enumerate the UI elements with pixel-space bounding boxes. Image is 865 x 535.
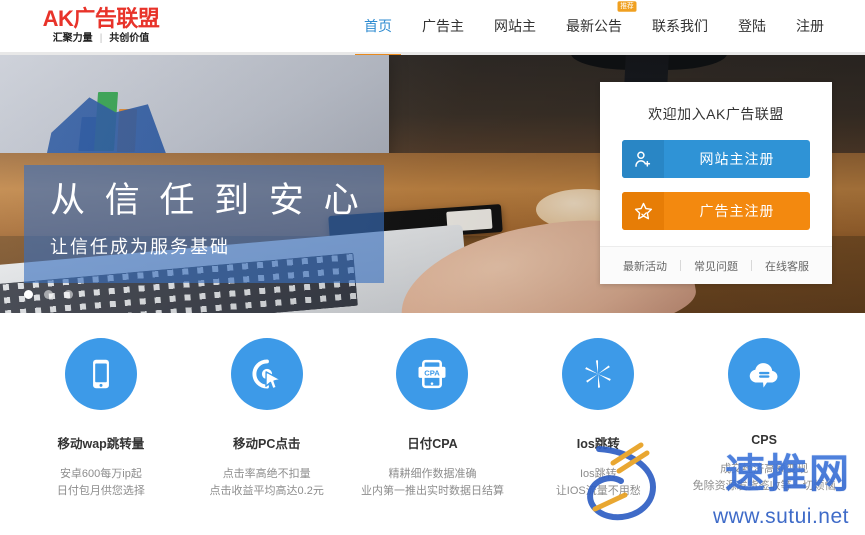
recommended-badge: 推荐 xyxy=(617,0,637,12)
feature-line-wap-2: 日付包月供您选择 xyxy=(56,485,145,498)
site-header: AK广告联盟 汇聚力量 | 共创价值 首页 广告主 网站主 最新公告 推荐 联系 xyxy=(0,0,865,57)
user-plus-icon xyxy=(622,140,664,178)
logo-tagline: 汇聚力量 | 共创价值 xyxy=(53,34,150,44)
mobile-phone-icon xyxy=(64,338,137,410)
nav-item-advertiser-label: 广告主 xyxy=(422,18,464,34)
feature-line-cps-2: 免除资源发货签收等一切烦恼 xyxy=(692,480,836,493)
signup-panel-body: 网站主注册 广告主注册 xyxy=(600,140,832,246)
site-logo[interactable]: AK广告联盟 汇聚力量 | 共创价值 xyxy=(36,8,166,44)
nav-item-publisher-label: 网站主 xyxy=(494,18,536,34)
carousel-dot-1[interactable] xyxy=(24,290,33,299)
main-navigation: 首页 广告主 网站主 最新公告 推荐 联系我们 登陆 注册 xyxy=(349,0,839,57)
advertiser-register-button[interactable]: 广告主注册 xyxy=(622,192,810,230)
nav-item-home-label: 首页 xyxy=(364,18,392,34)
footer-link-faq[interactable]: 常见问题 xyxy=(681,258,751,274)
feature-line-cpa-2: 业内第一推出实时数据日结算 xyxy=(360,485,504,498)
feature-item-ios: Ios跳转 Ios跳转 让IOS流量不用愁 xyxy=(515,338,681,535)
nav-item-contact[interactable]: 联系我们 xyxy=(637,0,723,54)
feature-item-cpa: CPA 日付CPA 精耕细作数据准确 业内第一推出实时数据日结算 xyxy=(350,338,516,535)
feature-line-cpa-1: 精耕细作数据准确 xyxy=(388,468,477,480)
nav-item-register[interactable]: 注册 xyxy=(781,0,839,54)
cloud-chat-icon xyxy=(728,338,801,410)
logo-tagline-separator: | xyxy=(99,33,103,44)
feature-title-pc-click: 移动PC点击 xyxy=(233,437,301,451)
feature-title-ios: Ios跳转 xyxy=(576,437,620,451)
nav-item-contact-label: 联系我们 xyxy=(652,18,708,34)
hero-title: 从 信 任 到 安 心 xyxy=(50,181,364,220)
signup-panel-footer: 最新活动 常见问题 在线客服 xyxy=(600,246,832,284)
nav-item-publisher[interactable]: 网站主 xyxy=(479,0,551,54)
cpa-device-icon: CPA xyxy=(396,338,469,410)
feature-line-pc-2: 点击收益平均高达0.2元 xyxy=(209,485,324,498)
publisher-register-button[interactable]: 网站主注册 xyxy=(622,140,810,178)
feature-item-cps: CPS 成交经济高额变现 免除资源发货签收等一切烦恼 xyxy=(681,338,847,535)
feature-line-wap-1: 安卓600每万ip起 xyxy=(59,468,142,480)
carousel-dot-3[interactable] xyxy=(64,290,73,299)
feature-line-pc-1: 点击率高绝不扣量 xyxy=(222,468,311,480)
nav-item-announcements-label: 最新公告 xyxy=(566,18,622,34)
carousel-dots xyxy=(24,290,73,299)
advertiser-register-label: 广告主注册 xyxy=(699,203,775,219)
features-section: 移动wap跳转量 安卓600每万ip起 日付包月供您选择 移动PC点击 点击率高… xyxy=(0,313,865,535)
nav-item-register-label: 注册 xyxy=(796,18,824,34)
svg-text:CPA: CPA xyxy=(425,369,441,378)
signup-panel-title: 欢迎加入AK广告联盟 xyxy=(648,106,784,122)
nav-item-login-label: 登陆 xyxy=(738,18,766,34)
feature-title-wap: 移动wap跳转量 xyxy=(57,437,145,451)
page-root: AK广告联盟 汇聚力量 | 共创价值 首页 广告主 网站主 最新公告 推荐 联系 xyxy=(0,0,865,535)
signup-panel: 欢迎加入AK广告联盟 网站主注册 广告主注册 最新活动 常见问题 在线客服 xyxy=(600,82,832,284)
aperture-icon xyxy=(562,338,635,410)
logo-main-text: AK广告联盟 xyxy=(42,6,160,31)
feature-line-cps-1: 成交经济高额变现 xyxy=(720,463,809,475)
nav-item-login[interactable]: 登陆 xyxy=(723,0,781,54)
logo-tagline-left: 汇聚力量 xyxy=(52,33,93,44)
nav-item-home[interactable]: 首页 xyxy=(349,0,407,57)
footer-link-latest-activity[interactable]: 最新活动 xyxy=(610,258,680,274)
footer-link-support[interactable]: 在线客服 xyxy=(752,258,822,274)
star-check-icon xyxy=(622,192,664,230)
click-cursor-icon xyxy=(230,338,303,410)
carousel-dot-2[interactable] xyxy=(44,290,53,299)
hero-subtitle: 让信任成为服务基础 xyxy=(50,236,230,257)
feature-title-cps: CPS xyxy=(751,433,777,447)
hero-caption: 从 信 任 到 安 心 让信任成为服务基础 xyxy=(24,165,384,283)
nav-item-announcements[interactable]: 最新公告 推荐 xyxy=(551,0,637,54)
nav-item-advertiser[interactable]: 广告主 xyxy=(407,0,479,54)
feature-item-pc-click: 移动PC点击 点击率高绝不扣量 点击收益平均高达0.2元 xyxy=(184,338,350,535)
logo-tagline-right: 共创价值 xyxy=(109,33,150,44)
feature-item-wap: 移动wap跳转量 安卓600每万ip起 日付包月供您选择 xyxy=(18,338,184,535)
feature-line-ios-1: Ios跳转 xyxy=(579,468,617,480)
feature-title-cpa: 日付CPA xyxy=(407,437,458,451)
feature-line-ios-2: 让IOS流量不用愁 xyxy=(555,485,641,498)
publisher-register-label: 网站主注册 xyxy=(699,151,775,167)
